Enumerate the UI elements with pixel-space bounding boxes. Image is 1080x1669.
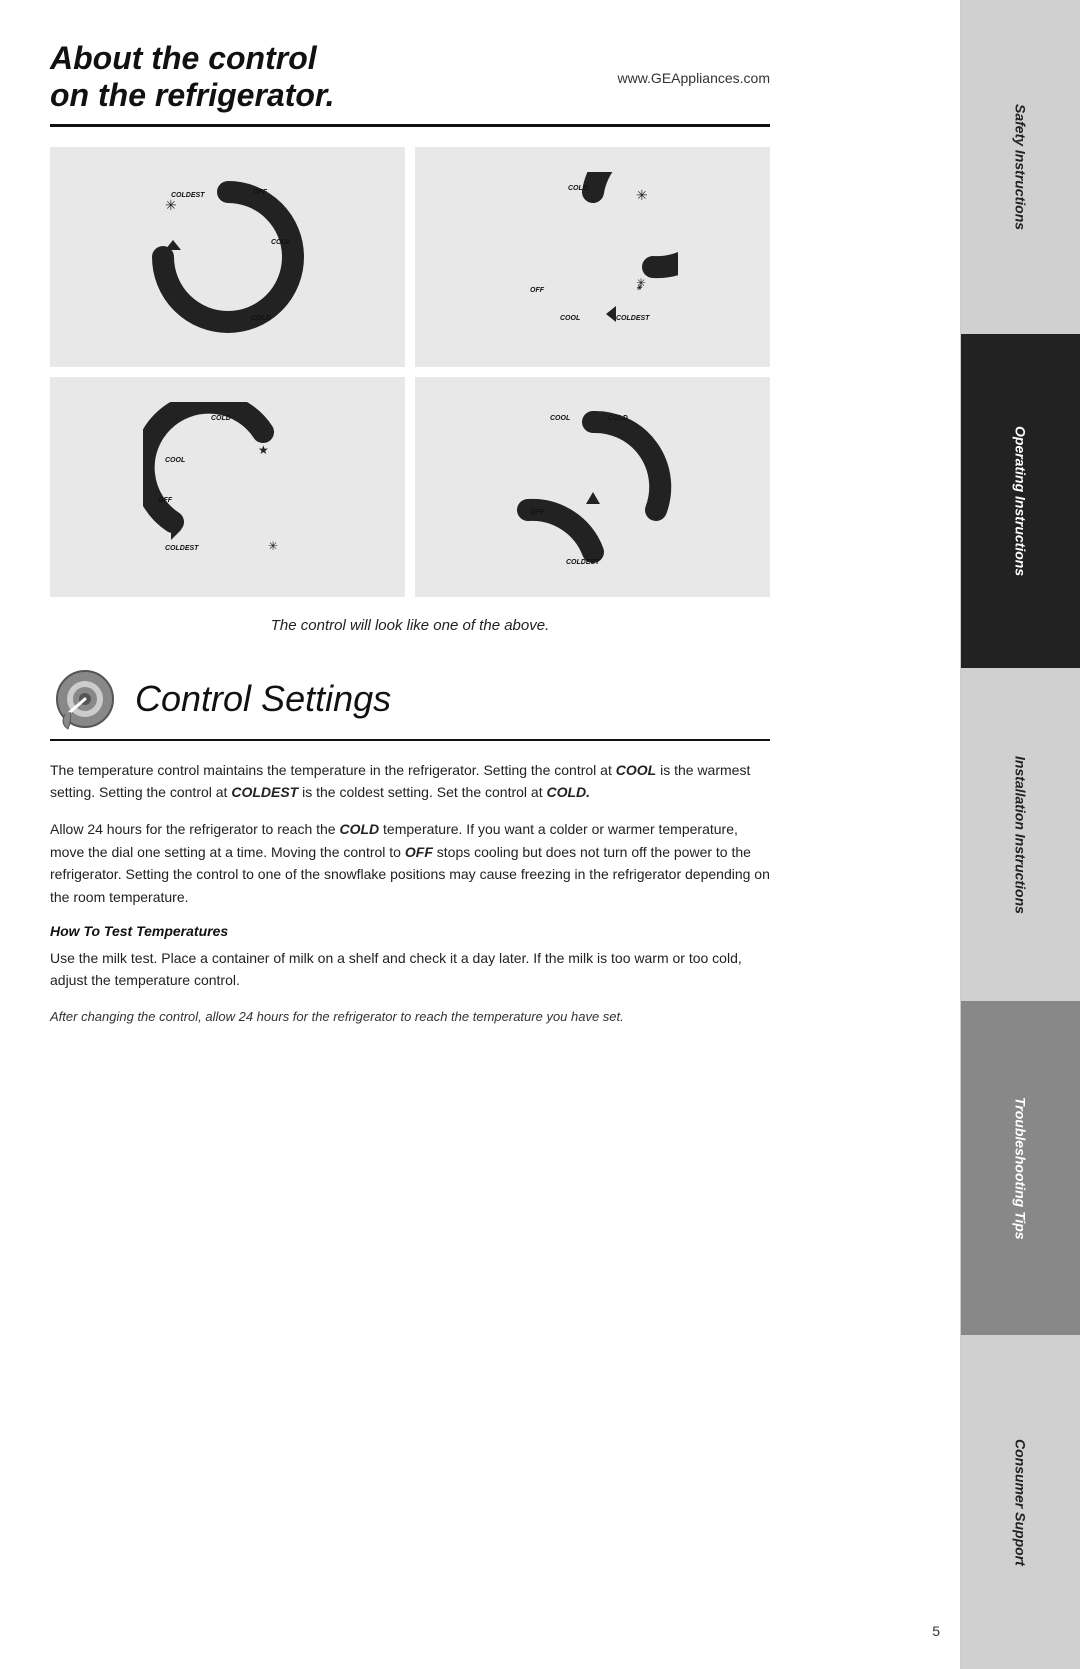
dial-1: COLDEST OFF COOL COLD ✳ ✳ — [50, 147, 405, 367]
sidebar-troubleshooting: Troubleshooting Tips — [960, 1001, 1080, 1335]
svg-text:COLDEST: COLDEST — [566, 559, 600, 566]
sidebar-consumer: Consumer Support — [960, 1335, 1080, 1669]
svg-text:✳: ✳ — [268, 539, 278, 553]
dial-4: COOL COLD OFF COLDEST — [415, 377, 770, 597]
svg-text:COLD: COLD — [568, 185, 588, 192]
page-number: 5 — [932, 1623, 940, 1639]
sidebar-safety: Safety Instructions — [960, 0, 1080, 334]
svg-text:COLD: COLD — [251, 315, 271, 322]
svg-text:OFF: OFF — [530, 287, 545, 294]
main-content: About the control on the refrigerator. w… — [0, 0, 820, 1669]
italic-note: After changing the control, allow 24 hou… — [50, 1007, 770, 1027]
section-header: Control Settings — [50, 664, 770, 734]
svg-text:✳: ✳ — [161, 264, 173, 280]
svg-text:✳: ✳ — [636, 276, 646, 290]
svg-text:COLDEST: COLDEST — [616, 315, 650, 322]
paragraph-1: The temperature control maintains the te… — [50, 759, 770, 804]
header: About the control on the refrigerator. w… — [50, 40, 770, 114]
sidebar-installation: Installation Instructions — [960, 668, 1080, 1002]
svg-text:✳: ✳ — [165, 197, 177, 213]
svg-text:COOL: COOL — [165, 457, 185, 464]
dial-grid: COLDEST OFF COOL COLD ✳ ✳ COLD ✳ ✳ — [50, 147, 770, 597]
svg-text:COOL: COOL — [550, 415, 570, 422]
svg-text:OFF: OFF — [253, 189, 268, 196]
header-divider — [50, 124, 770, 127]
sidebar: Safety Instructions Operating Instructio… — [960, 0, 1080, 1669]
sidebar-operating: Operating Instructions — [960, 334, 1080, 668]
svg-text:★: ★ — [258, 443, 269, 457]
svg-text:✳: ✳ — [636, 187, 648, 203]
svg-text:COOL: COOL — [271, 239, 291, 246]
svg-text:COLD: COLD — [608, 415, 628, 422]
svg-text:COLDEST: COLDEST — [165, 545, 199, 552]
svg-text:COLD: COLD — [211, 415, 231, 422]
control-settings-title: Control Settings — [135, 678, 391, 720]
svg-text:COOL: COOL — [560, 315, 580, 322]
dial-caption: The control will look like one of the ab… — [50, 617, 770, 634]
section-divider — [50, 739, 770, 741]
paragraph-2: Allow 24 hours for the refrigerator to r… — [50, 818, 770, 908]
how-to-text: Use the milk test. Place a container of … — [50, 947, 770, 992]
svg-text:OFF: OFF — [530, 509, 545, 516]
website-url: www.GEAppliances.com — [617, 70, 770, 86]
page-title: About the control on the refrigerator. — [50, 40, 335, 114]
dial-2: COLD ✳ ✳ COOL OFF COLDEST ✳ — [415, 147, 770, 367]
control-icon — [50, 664, 120, 734]
how-to-title: How To Test Temperatures — [50, 923, 770, 939]
dial-3: COLD COOL OFF COLDEST ★ ✳ — [50, 377, 405, 597]
svg-text:OFF: OFF — [158, 497, 173, 504]
